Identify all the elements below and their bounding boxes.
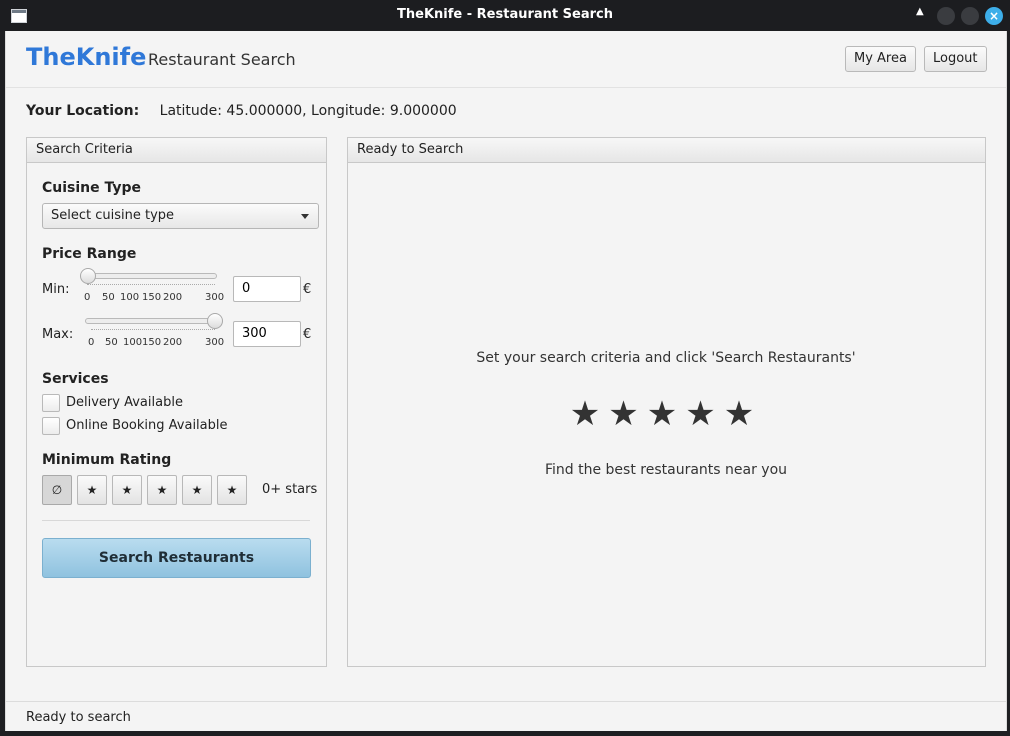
price-max-label: Max: — [42, 327, 74, 342]
chevron-down-icon — [301, 214, 309, 219]
minimize-icon[interactable] — [937, 7, 955, 25]
price-max-slider-thumb[interactable] — [207, 313, 223, 329]
maximize-icon[interactable] — [961, 7, 979, 25]
divider — [42, 520, 310, 521]
window-title: TheKnife - Restaurant Search — [397, 7, 613, 22]
title-bar: TheKnife - Restaurant Search ▲ × — [0, 0, 1010, 31]
price-min-label: Min: — [42, 282, 70, 297]
main-content: TheKnife Restaurant Search My Area Logou… — [5, 31, 1007, 731]
results-panel: Ready to Search Set your search criteria… — [347, 137, 986, 667]
tick-label: 300 — [205, 337, 225, 348]
tick-label: 300 — [205, 292, 225, 303]
tick-label: 150 — [142, 292, 162, 303]
logout-button[interactable]: Logout — [924, 46, 987, 72]
tick-label: 50 — [105, 337, 118, 348]
currency-label: € — [303, 327, 312, 342]
search-criteria-title: Search Criteria — [27, 138, 326, 163]
rating-5-star-button[interactable]: ★ — [217, 475, 247, 505]
rating-3-star-button[interactable]: ★ — [147, 475, 177, 505]
rating-none-button[interactable]: ∅ — [42, 475, 72, 505]
cuisine-type-label: Cuisine Type — [42, 180, 142, 196]
rating-value-label: 0+ stars — [262, 482, 318, 497]
currency-label: € — [303, 282, 312, 297]
delivery-label: Delivery Available — [66, 395, 183, 410]
location-row: Your Location: Latitude: 45.000000, Long… — [26, 103, 457, 119]
tick-label: 0 — [88, 337, 95, 348]
price-max-input[interactable]: 300 — [233, 321, 301, 347]
minimum-rating-label: Minimum Rating — [42, 452, 172, 468]
close-icon[interactable]: × — [985, 7, 1003, 25]
results-panel-title: Ready to Search — [348, 138, 985, 163]
rating-4-star-button[interactable]: ★ — [182, 475, 212, 505]
empty-state-tagline: Find the best restaurants near you — [544, 462, 788, 478]
app-header: TheKnife Restaurant Search My Area Logou… — [6, 31, 1006, 88]
tick-label: 200 — [163, 337, 183, 348]
price-range-label: Price Range — [42, 246, 137, 262]
my-area-button[interactable]: My Area — [845, 46, 916, 72]
brand-logo: TheKnife — [26, 43, 147, 71]
tick-label: 100 — [120, 292, 140, 303]
tick-label: 200 — [163, 292, 183, 303]
page-title: Restaurant Search — [148, 50, 296, 69]
tick-label: 0 — [84, 292, 91, 303]
online-booking-checkbox[interactable] — [42, 417, 60, 435]
location-value: Latitude: 45.000000, Longitude: 9.000000 — [159, 103, 457, 119]
cuisine-select-value: Select cuisine type — [51, 208, 175, 223]
search-restaurants-button[interactable]: Search Restaurants — [42, 538, 311, 578]
app-window: TheKnife - Restaurant Search ▲ × TheKnif… — [0, 0, 1010, 736]
price-min-ticks — [87, 279, 215, 285]
rating-1-star-button[interactable]: ★ — [77, 475, 107, 505]
search-criteria-panel: Search Criteria Cuisine Type Select cuis… — [26, 137, 327, 667]
tick-label: 150 — [142, 337, 162, 348]
delivery-checkbox[interactable] — [42, 394, 60, 412]
price-min-slider-thumb[interactable] — [80, 268, 96, 284]
status-bar: Ready to search — [6, 701, 1006, 732]
status-text: Ready to search — [26, 710, 131, 725]
price-max-ticks — [91, 324, 215, 330]
location-label: Your Location: — [26, 103, 140, 119]
cuisine-type-select[interactable]: Select cuisine type — [42, 203, 319, 229]
tick-label: 50 — [102, 292, 115, 303]
services-label: Services — [42, 371, 109, 387]
price-min-input[interactable]: 0 — [233, 276, 301, 302]
star-rating-icon: ★★★★★ — [569, 394, 763, 434]
rating-2-star-button[interactable]: ★ — [112, 475, 142, 505]
keep-above-icon[interactable]: ▲ — [916, 6, 924, 17]
tick-label: 100 — [123, 337, 143, 348]
online-booking-label: Online Booking Available — [66, 418, 228, 433]
empty-state-message: Set your search criteria and click 'Sear… — [476, 350, 856, 366]
